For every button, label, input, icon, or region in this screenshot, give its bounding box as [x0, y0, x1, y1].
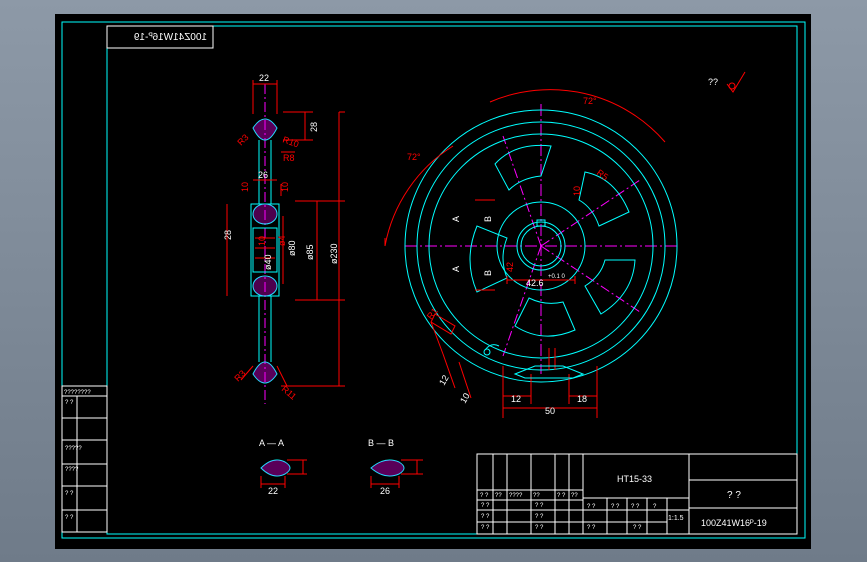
spoke-windows — [469, 144, 636, 337]
row-2-left: ? ? — [481, 514, 490, 520]
dim-small-b: 10 — [280, 182, 290, 192]
dim-r11: R11 — [280, 384, 299, 402]
dim-hub-width: 26 — [258, 170, 268, 180]
header-cell-2: ?? — [495, 493, 502, 499]
drawing-frame — [61, 21, 806, 539]
left-strip-row-4: ???? — [65, 467, 79, 473]
left-strip-row-5: ? ? — [65, 491, 74, 497]
section-b-width: 26 — [380, 486, 390, 496]
header-cell-4: ?? — [533, 493, 540, 499]
section-label-b-top: B — [483, 216, 493, 222]
dim-angle-left: 72° — [407, 152, 421, 162]
dim-tooth-width: 50 — [545, 406, 555, 416]
section-label-a-top: A — [451, 216, 461, 222]
section-b-title: B — B — [368, 438, 394, 448]
section-b: B — B 26 — [368, 438, 423, 496]
section-label-a-bottom: A — [451, 266, 461, 272]
section-a-width: 22 — [268, 486, 278, 496]
roughness-note: ?? — [708, 71, 746, 93]
dim-key-label: 10 — [572, 186, 582, 196]
row-1-right: ? ? — [535, 503, 544, 509]
row-2-right: ? ? — [535, 514, 544, 520]
company-text: ? ? — [727, 490, 741, 501]
row-1-left: ? ? — [481, 503, 490, 509]
section-a: A — A 22 — [259, 438, 307, 496]
roughness-value: ?? — [708, 77, 718, 87]
dim-rim-width: 22 — [259, 73, 269, 83]
dim-keyway-dim: 12 — [437, 373, 451, 387]
sheet-label-1: ? ? — [587, 504, 596, 510]
dim-hub-note: 10 — [257, 236, 267, 246]
header-cell-1: ? ? — [480, 493, 489, 499]
left-revision-strip: ???????? ? ? ????? ???? ? ? ? ? — [61, 385, 108, 533]
dim-tooth-right: 18 — [577, 394, 587, 404]
dim-r8: R8 — [283, 153, 295, 163]
outer-frame — [61, 21, 806, 539]
section-label-b-bottom: B — [483, 270, 493, 276]
title-strip: 100Z41W16ᴾ-19 — [106, 25, 214, 49]
header-cell-3: ???? — [509, 493, 523, 499]
left-strip-row-3: ????? — [65, 446, 82, 452]
drawing-canvas[interactable]: 100Z41W16ᴾ-19 ?? 22 28 R3 R10 R8 26 10 1… — [55, 14, 811, 549]
cad-drawing: 100Z41W16ᴾ-19 ?? 22 28 R3 R10 R8 26 10 1… — [61, 21, 806, 539]
roughness-symbol-icon — [726, 71, 746, 93]
dim-keyway: ø4 — [277, 235, 287, 246]
header-cell-6: ?? — [571, 493, 578, 499]
section-a-title: A — A — [259, 438, 284, 448]
header-cell-5: ? ? — [557, 493, 566, 499]
drawing-number: 100Z41W16ᴾ-19 — [701, 518, 767, 528]
dim-bore-d1: ø80 — [287, 240, 297, 256]
dim-bore-width: 42.6 — [526, 278, 544, 288]
dim-bore-tol: +0.1 0 — [548, 274, 566, 280]
dim-overall-diameter: ø230 — [329, 243, 339, 264]
material-text: HT15-33 — [617, 474, 652, 484]
dim-r3-top: R3 — [235, 132, 250, 147]
dim-small-a: 10 — [240, 182, 250, 192]
dim-hub-height: 28 — [223, 230, 233, 240]
row-3-right: ? ? — [535, 525, 544, 531]
dim-radius-r5: R5 — [595, 167, 610, 182]
dim-hub-inner: 42 — [505, 262, 515, 272]
front-view — [384, 89, 679, 418]
sheet-label-3: ? ? — [631, 504, 640, 510]
sheet-label-4: ? — [653, 504, 657, 510]
row-4-right: ? ? — [633, 525, 642, 531]
dim-hub-od: ø85 — [305, 244, 315, 260]
sheet-label-2: ? ? — [611, 504, 620, 510]
title-strip-text: 100Z41W16ᴾ-19 — [133, 32, 207, 43]
dim-angle-top: 72° — [583, 96, 597, 106]
scale-text: 1:1.5 — [668, 515, 684, 522]
dim-small-r: R1 — [425, 306, 440, 321]
dim-rim-height: 28 — [309, 122, 319, 132]
side-view-dimensions: 22 28 R3 R10 R8 26 10 10 28 ø80 ø40 ø4 1… — [223, 73, 339, 402]
row-4-left: ? ? — [587, 525, 596, 531]
dim-r10: R10 — [281, 134, 300, 149]
cad-viewport[interactable]: 100Z41W16ᴾ-19 ?? 22 28 R3 R10 R8 26 10 1… — [0, 0, 867, 562]
left-strip-row-2: ? ? — [65, 400, 74, 406]
row-3-left: ? ? — [481, 525, 490, 531]
left-strip-row-1: ???????? — [64, 390, 91, 396]
dim-r3-bottom: R3 — [232, 368, 247, 383]
arc-dim-top — [489, 89, 666, 143]
dim-bore-d2: ø40 — [263, 254, 273, 270]
dim-tooth-left: 12 — [511, 394, 521, 404]
left-strip-row-6: ? ? — [65, 515, 74, 521]
front-view-dimensions: 72° 72° R5 10 42 42.6 +0.1 0 R1 12 10 12… — [407, 96, 610, 416]
inner-frame — [106, 25, 798, 535]
